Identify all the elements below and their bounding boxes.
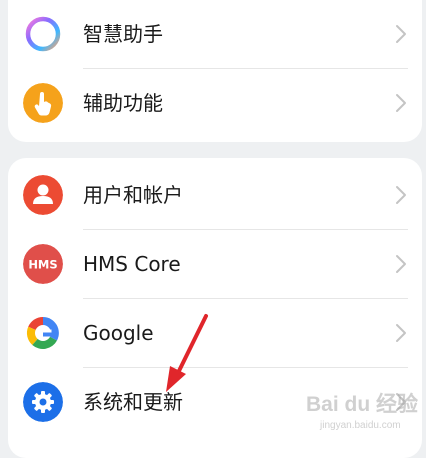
settings-item-hms-core[interactable]: HMS HMS Core	[8, 230, 422, 299]
settings-card-top: 智慧助手 辅助功能	[8, 0, 422, 142]
user-icon	[23, 175, 63, 215]
settings-item-label: Google	[83, 321, 154, 345]
watermark-url: jingyan.baidu.com	[320, 420, 401, 431]
settings-item-label: 智慧助手	[83, 22, 163, 46]
chevron-right-icon	[396, 324, 406, 342]
settings-item-smart-assistant[interactable]: 智慧助手	[8, 0, 422, 69]
chevron-right-icon	[396, 94, 406, 112]
hand-icon	[23, 83, 63, 123]
hms-core-icon: HMS	[23, 244, 63, 284]
settings-item-label: HMS Core	[83, 252, 181, 276]
chevron-right-icon	[396, 25, 406, 43]
watermark-logo: Bai du 经验	[306, 393, 419, 416]
settings-item-label: 系统和更新	[83, 390, 183, 414]
google-icon	[23, 313, 63, 353]
settings-item-google[interactable]: Google	[8, 299, 422, 368]
chevron-right-icon	[396, 255, 406, 273]
settings-item-users-accounts[interactable]: 用户和帐户	[8, 161, 422, 230]
settings-item-label: 用户和帐户	[83, 183, 183, 207]
settings-item-accessibility[interactable]: 辅助功能	[8, 69, 422, 138]
svg-text:HMS: HMS	[28, 258, 57, 272]
chevron-right-icon	[396, 186, 406, 204]
settings-item-label: 辅助功能	[83, 91, 163, 115]
gear-icon	[23, 382, 63, 422]
assistant-ring-icon	[23, 14, 63, 54]
